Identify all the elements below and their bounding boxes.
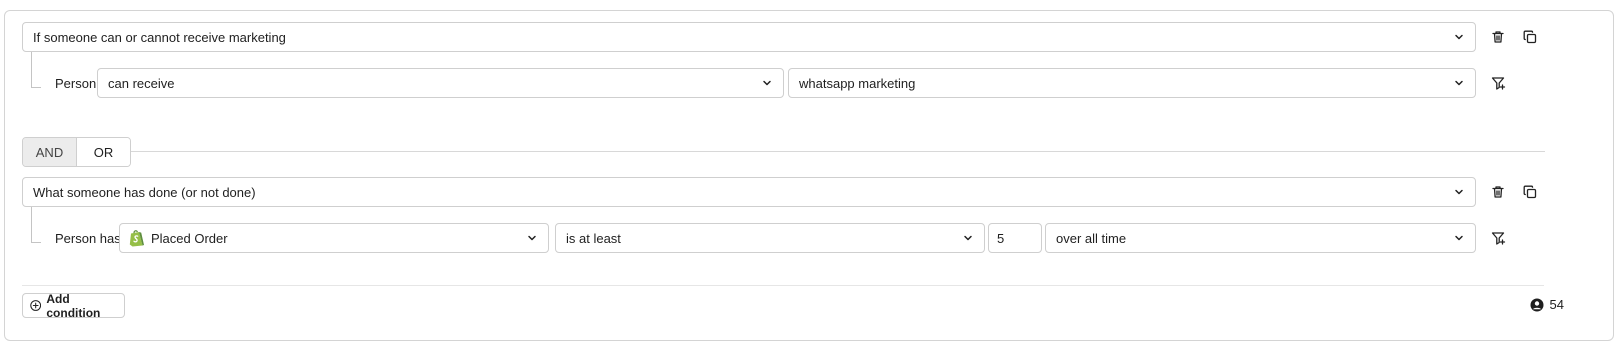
chevron-down-icon [1455, 80, 1463, 86]
duplicate-condition-button-2[interactable] [1519, 181, 1541, 203]
operator-value: is at least [566, 230, 621, 246]
logic-toggle: AND OR [22, 137, 131, 167]
and-toggle-button[interactable]: AND [23, 138, 77, 166]
delete-condition-button-1[interactable] [1487, 26, 1509, 48]
count-input[interactable] [988, 223, 1042, 253]
timeframe-select[interactable]: over all time [1045, 223, 1476, 253]
trash-icon [1492, 186, 1504, 198]
or-toggle-button[interactable]: OR [77, 138, 130, 166]
tree-connector [31, 52, 41, 88]
add-condition-button[interactable]: Add condition [22, 291, 125, 320]
add-condition-label: Add condition [46, 291, 101, 320]
tree-connector [31, 207, 41, 243]
row-subject-label-2: Person has [55, 231, 121, 246]
segment-definition-card [4, 10, 1614, 341]
delete-condition-button-2[interactable] [1487, 181, 1509, 203]
condition-type-select-2[interactable]: What someone has done (or not done) [22, 177, 1476, 207]
chevron-down-icon [1455, 235, 1463, 241]
timeframe-value: over all time [1056, 230, 1127, 246]
copy-icon [1523, 30, 1537, 44]
profile-count-value: 54 [1549, 297, 1564, 312]
metric-value: Placed Order [151, 230, 228, 246]
operator-select[interactable]: is at least [555, 223, 985, 253]
condition-type-value-1: If someone can or cannot receive marketi… [33, 29, 286, 45]
chevron-down-icon [1455, 189, 1463, 195]
condition-type-select-1[interactable]: If someone can or cannot receive marketi… [22, 22, 1476, 52]
copy-icon [1523, 185, 1537, 199]
add-circle-icon [30, 300, 42, 311]
add-filter-button-1[interactable] [1487, 72, 1509, 94]
trash-icon [1492, 31, 1504, 43]
condition-type-value-2: What someone has done (or not done) [33, 184, 256, 200]
group-divider [131, 151, 1545, 152]
shopify-icon [129, 230, 144, 247]
chevron-down-icon [1455, 34, 1463, 40]
footer-divider [22, 285, 1544, 286]
chevron-down-icon [763, 80, 771, 86]
filter-plus-icon [1491, 76, 1505, 90]
permission-select[interactable]: can receive [97, 68, 784, 98]
filter-plus-icon [1491, 231, 1505, 245]
add-filter-button-2[interactable] [1487, 227, 1509, 249]
channel-select[interactable]: whatsapp marketing [788, 68, 1476, 98]
chevron-down-icon [964, 235, 972, 241]
permission-value: can receive [108, 75, 175, 91]
metric-select[interactable]: Placed Order [119, 223, 549, 253]
user-circle-icon [1530, 298, 1544, 311]
profile-count: 54 [1530, 297, 1564, 312]
row-subject-label-1: Person [55, 76, 97, 91]
channel-value: whatsapp marketing [799, 75, 916, 91]
duplicate-condition-button-1[interactable] [1519, 26, 1541, 48]
chevron-down-icon [528, 235, 536, 241]
